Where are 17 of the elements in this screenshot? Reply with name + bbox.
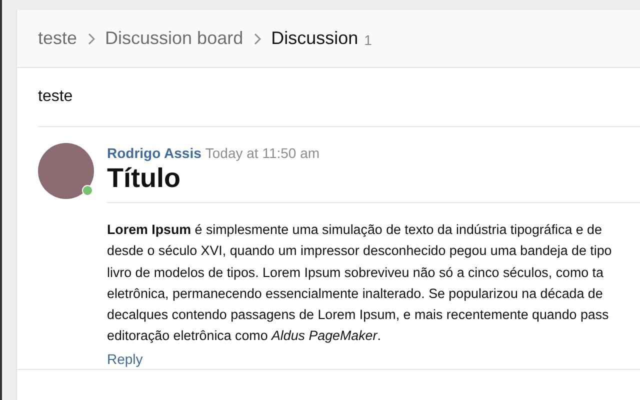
post-count: 1: [364, 32, 372, 48]
author-link[interactable]: Rodrigo Assis: [107, 145, 202, 161]
topic-title: teste: [38, 88, 73, 106]
post-title: Título: [107, 161, 640, 203]
reply-link[interactable]: Reply: [107, 350, 143, 367]
post-text-line: decalques contendo passagens de Lorem Ipsum, e mais recentemente quando pass: [107, 306, 609, 324]
post-text-line: Lorem Ipsum é simplesmente uma simulação de texto da indústria tipográfica e de: [107, 221, 602, 239]
chevron-icon: [87, 32, 96, 44]
post-text-line: editoração eletrônica como Aldus PageMaker.: [107, 327, 381, 346]
post-text-line: livro de modelos de tipos. Lorem Ipsum sobreviveu não só a cinco séculos, como ta: [107, 264, 604, 282]
post-text-line: desde o século XVI, quando um impressor desconhecido pegou uma bandeja de tipo: [107, 242, 612, 260]
post-text-line: eletrônica, permanecendo essencialmente inalterado. Se popularizou na década de: [107, 284, 603, 303]
breadcrumb-link[interactable]: teste: [38, 28, 78, 49]
chevron-icon: [253, 32, 262, 44]
current-page-title: Discussion: [271, 28, 358, 49]
post-time: Today at 11:50 am: [205, 145, 320, 161]
breadcrumb-link[interactable]: Discussion board: [105, 28, 244, 49]
